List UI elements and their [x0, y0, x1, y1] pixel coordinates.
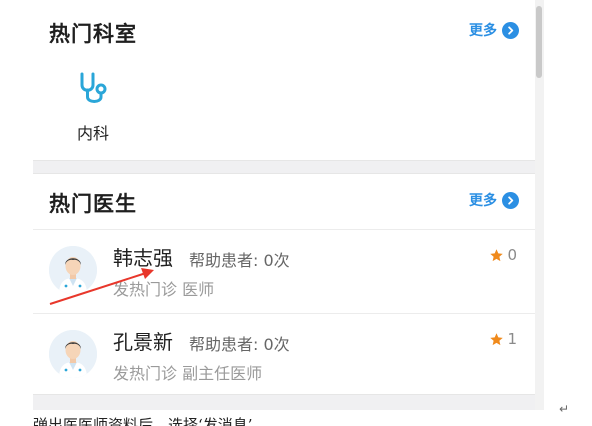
stethoscope-icon: [75, 70, 113, 112]
doctor-row-han-zhiqiang[interactable]: 韩志强 帮助患者: 0次 发热门诊 医师 0: [33, 230, 535, 312]
hot-doctors-more-link[interactable]: 更多: [469, 190, 519, 210]
more-label: 更多: [469, 23, 497, 39]
doctor-rating: 1: [489, 330, 517, 348]
star-icon: [490, 332, 504, 345]
doctor-row-kong-jingxin[interactable]: 孔景新 帮助患者: 0次 发热门诊 副主任医师 1: [33, 314, 535, 396]
doctor-avatar: [49, 330, 97, 378]
doctor-avatar: [49, 246, 97, 294]
doctor-help-count: 帮助患者: 0次: [189, 335, 290, 354]
star-icon: [490, 248, 504, 261]
hot-departments-more-link[interactable]: 更多: [469, 20, 519, 40]
bottom-divider: [33, 394, 535, 410]
department-item-internal-medicine[interactable]: 内科: [53, 70, 133, 144]
doctor-name: 孔景新: [113, 330, 173, 354]
app-screen: 热门科室 更多 内科 热门医生 更多 韩志强 帮助患者: 0次 发热门诊 医师 …: [33, 0, 535, 410]
more-label: 更多: [469, 193, 497, 209]
hot-departments-title: 热门科室: [49, 22, 137, 46]
rating-value: 1: [507, 330, 517, 348]
doctor-rating: 0: [489, 246, 517, 264]
doctor-help-count: 帮助患者: 0次: [189, 251, 290, 270]
doctor-department-title: 发热门诊 副主任医师: [113, 364, 263, 383]
section-divider: [33, 160, 535, 174]
scrollbar-thumb[interactable]: [536, 6, 542, 78]
hot-doctors-title: 热门医生: [49, 192, 137, 216]
doctor-name: 韩志强: [113, 246, 173, 270]
document-caption: 弹出医医师资料后，选择‘发消息’。: [33, 416, 268, 426]
paragraph-mark: ↵: [559, 402, 570, 416]
hot-departments-header: 热门科室 更多: [33, 10, 535, 50]
doctor-department-title: 发热门诊 医师: [113, 280, 215, 299]
department-label: 内科: [76, 124, 109, 143]
chevron-right-icon: [502, 21, 519, 39]
hot-doctors-header: 热门医生 更多: [33, 180, 535, 220]
chevron-right-icon: [502, 191, 519, 209]
rating-value: 0: [507, 246, 517, 264]
